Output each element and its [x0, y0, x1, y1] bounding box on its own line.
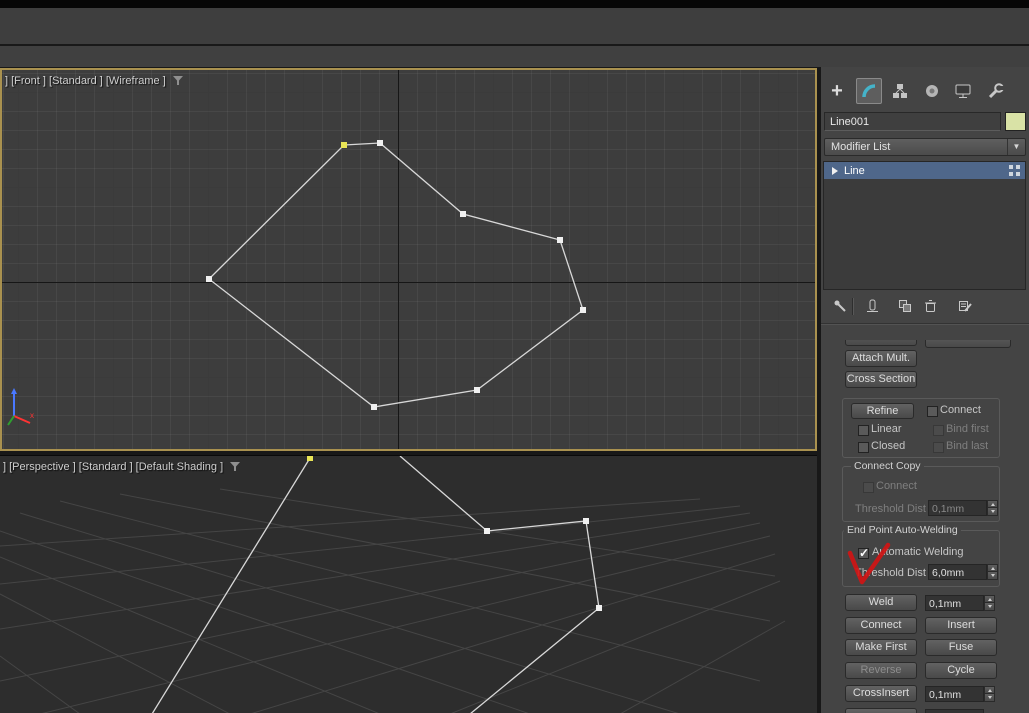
- fillet-button-partial[interactable]: [845, 708, 917, 713]
- closed-checkbox[interactable]: [858, 442, 869, 453]
- configure-modifier-sets-icon[interactable]: [955, 296, 975, 316]
- subobject-grid-icon[interactable]: [1008, 164, 1021, 177]
- tab-create[interactable]: +: [824, 78, 850, 104]
- tab-hierarchy[interactable]: [887, 78, 913, 104]
- world-axis-tripod-icon: x: [7, 388, 34, 426]
- bind-first-checkbox: [933, 425, 944, 436]
- command-panel: + Line001 Modifier List ▼ Line Attach Mu…: [821, 67, 1029, 713]
- insert-button[interactable]: Insert: [925, 617, 997, 634]
- viewport-front[interactable]: ] [Front ] [Standard ] [Wireframe ] x: [0, 68, 817, 451]
- weld-value-field[interactable]: 0,1mm: [925, 595, 984, 611]
- toolbar-separator: [852, 298, 854, 315]
- motion-icon: [926, 85, 938, 97]
- object-color-swatch[interactable]: [1005, 112, 1026, 131]
- perspective-viewport-label[interactable]: ] [Perspective ] [Standard ] [Default Sh…: [3, 461, 241, 473]
- svg-text:x: x: [30, 411, 34, 420]
- fillet-spinner-partial[interactable]: [925, 709, 995, 713]
- expand-arrow-icon[interactable]: [832, 166, 838, 175]
- cross-insert-button[interactable]: CrossInsert: [845, 685, 917, 702]
- reverse-button: Reverse: [845, 662, 917, 679]
- reorient-partial[interactable]: [925, 340, 1011, 348]
- connect-button[interactable]: Connect: [845, 617, 917, 634]
- connect-copy-title: Connect Copy: [851, 460, 924, 472]
- weld-button[interactable]: Weld: [845, 594, 917, 611]
- refine-button[interactable]: Refine: [851, 403, 914, 419]
- spinner-arrows-icon[interactable]: [984, 686, 995, 702]
- weld-threshold-spinner[interactable]: 6,0mm: [928, 564, 998, 580]
- show-end-result-icon[interactable]: [862, 296, 882, 316]
- perspective-spline-canvas: [151, 456, 602, 713]
- connect-copy-threshold-field: 0,1mm: [928, 500, 987, 516]
- modifier-list-dropdown[interactable]: Modifier List ▼: [824, 138, 1026, 156]
- filter-funnel-icon[interactable]: [229, 462, 241, 472]
- connect-copy-group: Connect Copy Connect Threshold Dist 0,1m…: [842, 460, 1000, 522]
- linear-label[interactable]: Linear: [871, 423, 902, 435]
- automatic-welding-label[interactable]: Automatic Welding: [872, 546, 964, 558]
- connect-copy-threshold-spinner: 0,1mm: [928, 500, 998, 516]
- display-icon: [955, 84, 971, 98]
- attach-mult-button[interactable]: Attach Mult.: [845, 350, 917, 367]
- closed-label[interactable]: Closed: [871, 440, 905, 452]
- weld-threshold-field[interactable]: 6,0mm: [928, 564, 987, 580]
- object-name-input[interactable]: [824, 112, 1001, 131]
- stack-item-line[interactable]: Line: [824, 162, 1025, 179]
- spinner-arrows-icon[interactable]: [984, 595, 995, 611]
- hierarchy-icon: [893, 84, 907, 98]
- cross-section-button[interactable]: Cross Section: [845, 371, 917, 388]
- cross-insert-spinner[interactable]: 0,1mm: [925, 686, 995, 702]
- tab-utilities[interactable]: [983, 78, 1009, 104]
- spinner-arrows-icon[interactable]: [987, 564, 998, 580]
- weld-threshold-label: Threshold Dist: [855, 567, 926, 579]
- bind-last-label: Bind last: [946, 440, 989, 452]
- front-viewport-label[interactable]: ] [Front ] [Standard ] [Wireframe ]: [5, 75, 184, 87]
- viewport-perspective[interactable]: ] [Perspective ] [Standard ] [Default Sh…: [0, 455, 817, 713]
- panel-groove: [821, 323, 1029, 324]
- automatic-welding-checkbox[interactable]: [858, 546, 869, 560]
- connect-copy-threshold-label: Threshold Dist: [855, 503, 926, 515]
- front-viewport-label-text[interactable]: ] [Front ] [Standard ] [Wireframe ]: [5, 75, 166, 87]
- toolbar-strip-lower: [0, 46, 1029, 67]
- filter-funnel-icon[interactable]: [172, 76, 184, 86]
- end-point-auto-welding-title: End Point Auto-Welding: [844, 524, 961, 536]
- end-point-auto-welding-group: End Point Auto-Welding Automatic Welding…: [842, 524, 1000, 587]
- connect-copy-checkbox: [863, 482, 874, 493]
- make-first-button[interactable]: Make First: [845, 639, 917, 656]
- stack-item-label[interactable]: Line: [844, 165, 865, 177]
- cycle-button[interactable]: Cycle: [925, 662, 997, 679]
- connect-copy-label: Connect: [876, 480, 917, 492]
- 3dsmax-window: ] [Front ] [Standard ] [Wireframe ] x] …: [0, 0, 1029, 713]
- attach-button-partial[interactable]: [845, 340, 917, 346]
- toolbar-strip: [0, 8, 1029, 44]
- refine-group: Refine Connect Linear Bind first Closed …: [842, 398, 1000, 458]
- bind-last-checkbox: [933, 442, 944, 453]
- connect-checkbox-label[interactable]: Connect: [940, 404, 981, 416]
- geometry-rollout: Attach Mult. Cross Section Refine Connec…: [821, 340, 1029, 713]
- titlebar-strip: [0, 0, 1029, 8]
- make-unique-icon[interactable]: [895, 296, 915, 316]
- modifier-stack[interactable]: Line: [823, 161, 1026, 290]
- spinner-arrows-icon: [987, 500, 998, 516]
- linear-checkbox[interactable]: [858, 425, 869, 436]
- perspective-viewport-label-text[interactable]: ] [Perspective ] [Standard ] [Default Sh…: [3, 461, 223, 473]
- remove-modifier-trash-icon[interactable]: [920, 296, 940, 316]
- bind-first-label: Bind first: [946, 423, 989, 435]
- pin-stack-icon[interactable]: [830, 296, 850, 316]
- modify-icon: [862, 84, 876, 98]
- connect-checkbox[interactable]: [927, 406, 938, 417]
- utilities-wrench-icon: [988, 83, 1004, 99]
- modifier-list-label: Modifier List: [831, 141, 891, 153]
- front-spline-canvas: [206, 140, 586, 410]
- stack-toolbar: [821, 296, 1029, 320]
- cross-insert-field[interactable]: 0,1mm: [925, 686, 984, 702]
- create-plus-icon: +: [831, 80, 843, 102]
- tab-modify[interactable]: [856, 78, 882, 104]
- weld-value-spinner[interactable]: 0,1mm: [925, 595, 995, 611]
- tab-display[interactable]: [950, 78, 976, 104]
- fuse-button[interactable]: Fuse: [925, 639, 997, 656]
- tab-motion[interactable]: [919, 78, 945, 104]
- chevron-down-icon[interactable]: ▼: [1007, 139, 1025, 155]
